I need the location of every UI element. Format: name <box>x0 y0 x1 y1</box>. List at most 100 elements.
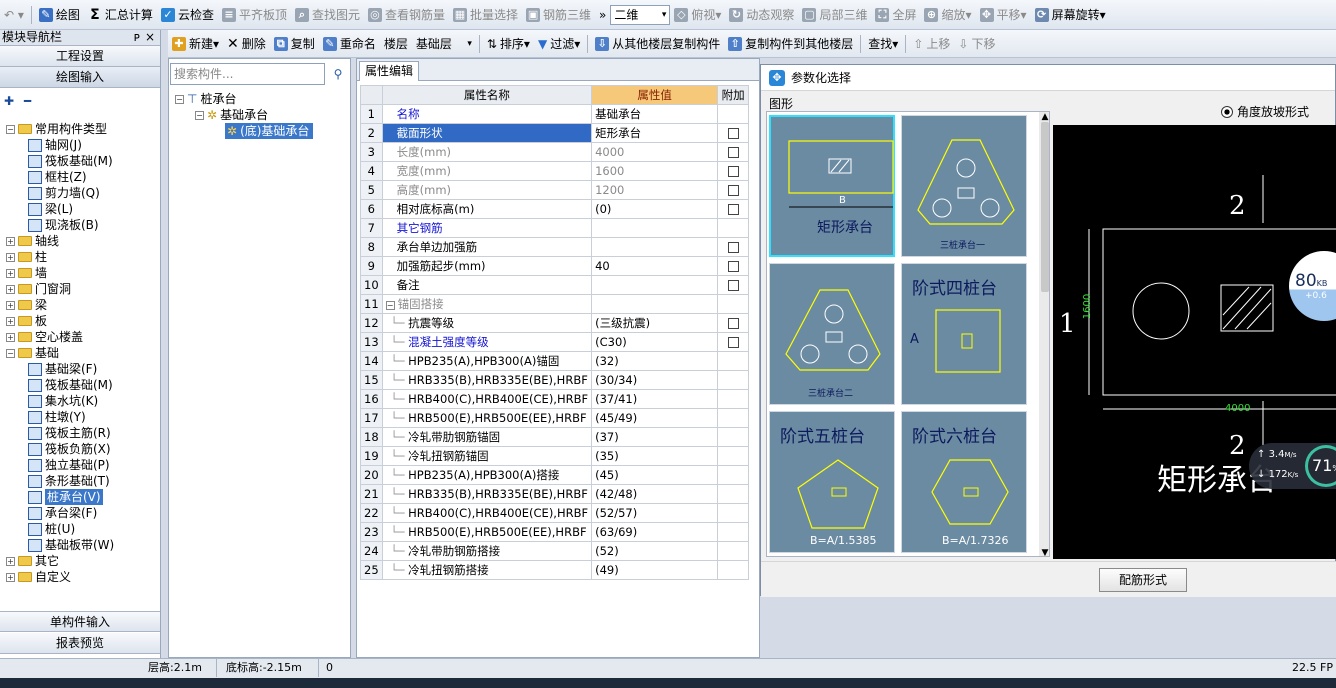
gallery-scrollbar[interactable]: ▲ ▼ <box>1039 112 1049 556</box>
single-component-button[interactable]: 单构件输入 <box>0 611 160 632</box>
nav-tree-item[interactable]: 筏板基础(M) <box>0 153 160 169</box>
draw-input-button[interactable]: 绘图输入 <box>0 67 160 88</box>
table-row[interactable]: 16 └─ HRB400(C),HRB400E(CE),HRBF (37/41) <box>360 389 750 409</box>
shape-card-three-pile-1[interactable]: 三桩承台一 <box>901 115 1027 257</box>
collapse-icon[interactable]: − <box>6 124 15 134</box>
property-value[interactable]: 基础承台 <box>591 104 719 124</box>
extra-checkbox[interactable] <box>727 128 739 139</box>
extra-checkbox[interactable] <box>727 185 739 196</box>
nav-tree-item[interactable]: + 板 <box>0 313 160 329</box>
nav-tree-item[interactable]: 现浇板(B) <box>0 217 160 233</box>
nav-tree-item[interactable]: 筏板基础(M) <box>0 377 160 393</box>
property-value[interactable]: (C30) <box>591 332 719 352</box>
nav-tree-item[interactable]: 柱墩(Y) <box>0 409 160 425</box>
table-row[interactable]: 5 高度(mm) 1200 <box>360 180 750 200</box>
view-mode-combo[interactable]: 二维 ▾ <box>610 4 671 25</box>
table-row[interactable]: 8 承台单边加强筋 <box>360 237 750 257</box>
expand-icon[interactable]: + <box>6 572 15 582</box>
expand-icon[interactable]: + <box>6 252 15 262</box>
orbit-button[interactable]: ↻ 动态观察 <box>725 4 798 26</box>
table-row[interactable]: 21 └─ HRB335(B),HRB335E(BE),HRBF (42/48) <box>360 484 750 504</box>
overflow-button[interactable]: » <box>595 4 610 26</box>
align-slab-button[interactable]: ≡ 平齐板顶 <box>218 4 291 26</box>
property-value[interactable]: (45/49) <box>591 408 719 428</box>
nav-tree-item[interactable]: 筏板主筋(R) <box>0 425 160 441</box>
cloud-check-button[interactable]: ✓ 云检查 <box>157 4 218 26</box>
table-row[interactable]: 15 └─ HRB335(B),HRB335E(BE),HRBF (30/34) <box>360 370 750 390</box>
table-row[interactable]: 6 相对底标高(m) (0) <box>360 199 750 219</box>
property-value[interactable]: (63/69) <box>591 522 719 542</box>
property-value[interactable]: 4000 <box>591 142 719 162</box>
report-preview-button[interactable]: 报表预览 <box>0 633 160 654</box>
draw-button[interactable]: ✎ 绘图 <box>35 4 84 26</box>
tree-node-leaf[interactable]: ✲ (底)基础承台 <box>175 123 314 139</box>
tree-node-root[interactable]: − ⊤ 桩承台 <box>175 91 313 107</box>
nav-tree-item[interactable]: 独立基础(P) <box>0 457 160 473</box>
floor-select[interactable]: 基础层 ▾ <box>412 33 476 55</box>
extra-checkbox[interactable] <box>727 242 739 253</box>
table-row[interactable]: 17 └─ HRB500(E),HRB500E(EE),HRBF (45/49) <box>360 408 750 428</box>
rename-button[interactable]: ✎ 重命名 <box>319 33 380 55</box>
calc-button[interactable]: Σ 汇总计算 <box>84 4 157 26</box>
nav-tree-item[interactable]: + 柱 <box>0 249 160 265</box>
project-settings-button[interactable]: 工程设置 <box>0 46 160 67</box>
extra-checkbox[interactable] <box>727 147 739 158</box>
local-3d-button[interactable]: ▢ 局部三维 <box>798 4 871 26</box>
nav-tree-item[interactable]: 桩(U) <box>0 521 160 537</box>
nav-tree-item[interactable]: + 墙 <box>0 265 160 281</box>
property-value[interactable] <box>591 275 719 295</box>
table-row[interactable]: 23 └─ HRB500(E),HRB500E(EE),HRBF (63/69) <box>360 522 750 542</box>
nav-tree-item[interactable]: + 轴线 <box>0 233 160 249</box>
table-row[interactable]: 20 └─ HPB235(A),HPB300(A)搭接 (45) <box>360 465 750 485</box>
property-value[interactable]: (37/41) <box>591 389 719 409</box>
nav-tree-item[interactable]: 梁(L) <box>0 201 160 217</box>
nav-tree-item[interactable]: − 常用构件类型 <box>0 121 160 137</box>
property-value[interactable] <box>591 294 719 314</box>
property-value[interactable]: (49) <box>591 560 719 580</box>
extra-checkbox[interactable] <box>727 261 739 272</box>
screen-rotate-button[interactable]: ⟳ 屏幕旋转 ▾ <box>1031 4 1110 26</box>
expand-icon[interactable]: + <box>6 284 15 294</box>
nav-tree-item[interactable]: + 自定义 <box>0 569 160 585</box>
property-value[interactable] <box>591 237 719 257</box>
undo-button[interactable]: ↶ ▾ <box>0 4 28 26</box>
move-up-button[interactable]: ⇧ 上移 <box>909 33 954 55</box>
table-row[interactable]: 4 宽度(mm) 1600 <box>360 161 750 181</box>
property-value[interactable]: (35) <box>591 446 719 466</box>
expand-icon[interactable]: + <box>6 300 15 310</box>
find-button[interactable]: 查找 ▾ <box>864 33 902 55</box>
nav-tree-item[interactable]: 轴网(J) <box>0 137 160 153</box>
nav-tree-item[interactable]: 框柱(Z) <box>0 169 160 185</box>
property-value[interactable] <box>591 218 719 238</box>
nav-tree-item[interactable]: + 空心楼盖 <box>0 329 160 345</box>
table-row[interactable]: 1 名称 基础承台 <box>360 104 750 124</box>
copy-button[interactable]: ⧉ 复制 <box>270 33 319 55</box>
collapse-icon[interactable]: − <box>385 301 395 310</box>
shape-card-three-pile-2[interactable]: 三桩承台二 <box>769 263 895 405</box>
pan-button[interactable]: ✥ 平移 ▾ <box>976 4 1031 26</box>
shape-card-step-five[interactable]: 阶式五桩台 B=A/1.5385 <box>769 411 895 553</box>
extra-checkbox[interactable] <box>727 166 739 177</box>
expand-icon[interactable]: + <box>6 268 15 278</box>
expand-all-icon[interactable]: ✚ <box>4 94 14 108</box>
slope-radio[interactable]: 角度放坡形式 <box>1221 103 1309 120</box>
filter-button[interactable]: ▼ 过滤 ▾ <box>534 33 584 55</box>
property-value[interactable]: 1200 <box>591 180 719 200</box>
search-icon[interactable]: ⚲ <box>327 63 349 85</box>
expand-icon[interactable]: + <box>6 316 15 326</box>
sort-button[interactable]: ⇅ 排序 ▾ <box>483 33 534 55</box>
table-row[interactable]: 25 └─ 冷轧扭钢筋搭接 (49) <box>360 560 750 580</box>
rebar-3d-button[interactable]: ▣ 钢筋三维 <box>522 4 595 26</box>
delete-button[interactable]: ✕ 删除 <box>223 33 270 55</box>
fullscreen-button[interactable]: ⛶ 全屏 <box>871 4 920 26</box>
top-view-button[interactable]: ◇ 俯视 ▾ <box>670 4 725 26</box>
copy-from-floor-button[interactable]: ⇩ 从其他楼层复制构件 <box>591 33 724 55</box>
nav-tree-item[interactable]: 剪力墙(Q) <box>0 185 160 201</box>
table-row[interactable]: 24 └─ 冷轧带肋钢筋搭接 (52) <box>360 541 750 561</box>
find-element-button[interactable]: ⌕ 查找图元 <box>291 4 364 26</box>
property-value[interactable]: (三级抗震) <box>591 313 719 333</box>
collapse-icon[interactable]: − <box>195 110 204 120</box>
property-value[interactable]: (52/57) <box>591 503 719 523</box>
expand-icon[interactable]: + <box>6 236 15 246</box>
zoom-button[interactable]: ⊕ 缩放 ▾ <box>920 4 975 26</box>
